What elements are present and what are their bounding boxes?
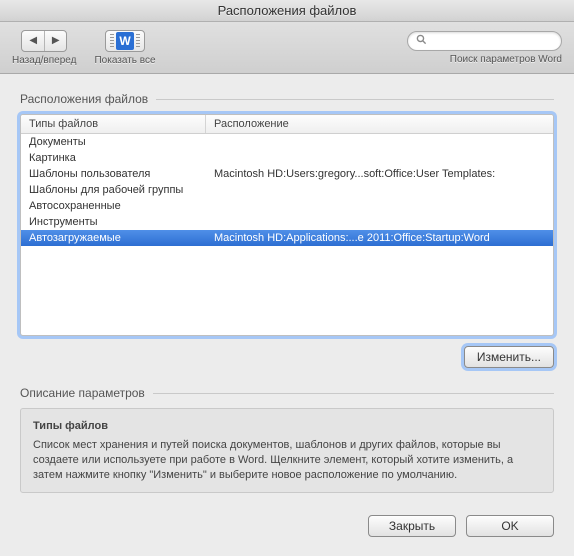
cell-type: Картинка [21, 150, 206, 166]
search-label: Поиск параметров Word [450, 54, 562, 65]
ok-button-label: OK [501, 519, 518, 533]
table-row[interactable]: Картинка [21, 150, 553, 166]
modify-button-row: Изменить... [20, 346, 554, 368]
close-button-label: Закрыть [389, 519, 435, 533]
column-header-type[interactable]: Типы файлов [21, 115, 206, 133]
triangle-right-icon: ▶ [52, 35, 60, 46]
file-locations-list[interactable]: Типы файлов Расположение ДокументыКартин… [20, 114, 554, 336]
nav-group: ◀ ▶ Назад/вперед [12, 30, 76, 66]
table-row[interactable]: Документы [21, 134, 553, 150]
triangle-left-icon: ◀ [29, 35, 37, 46]
divider [156, 99, 554, 100]
cell-type: Автозагружаемые [21, 230, 206, 246]
list-header: Типы файлов Расположение [21, 115, 553, 134]
cell-location: Macintosh HD:Users:gregory...soft:Office… [206, 166, 553, 182]
cell-location [206, 150, 553, 166]
description-group-label: Описание параметров [20, 386, 145, 400]
cell-type: Шаблоны для рабочей группы [21, 182, 206, 198]
description-title: Типы файлов [33, 419, 541, 434]
cell-location [206, 214, 553, 230]
forward-button[interactable]: ▶ [44, 31, 66, 51]
table-row[interactable]: Шаблоны для рабочей группы [21, 182, 553, 198]
modify-button-label: Изменить... [477, 350, 541, 364]
table-row[interactable]: АвтозагружаемыеMacintosh HD:Applications… [21, 230, 553, 246]
file-locations-group-label-row: Расположения файлов [20, 92, 554, 106]
column-header-location[interactable]: Расположение [206, 115, 553, 133]
list-rows: ДокументыКартинкаШаблоны пользователяMac… [21, 134, 553, 246]
content-area: Расположения файлов Типы файлов Располож… [0, 74, 574, 503]
search-input[interactable] [431, 35, 553, 47]
cell-location: Macintosh HD:Applications:...e 2011:Offi… [206, 230, 553, 246]
show-all-label: Показать все [94, 55, 155, 66]
table-row[interactable]: Автосохраненные [21, 198, 553, 214]
table-row[interactable]: Инструменты [21, 214, 553, 230]
window-titlebar: Расположения файлов [0, 0, 574, 22]
table-row[interactable]: Шаблоны пользователяMacintosh HD:Users:g… [21, 166, 553, 182]
window-title: Расположения файлов [218, 3, 357, 18]
file-locations-group-label: Расположения файлов [20, 92, 148, 106]
back-forward-label: Назад/вперед [12, 55, 76, 66]
toolbar: ◀ ▶ Назад/вперед W Показать все Поиск па… [0, 22, 574, 74]
cell-location [206, 198, 553, 214]
word-app-icon: W [116, 32, 134, 50]
cell-type: Инструменты [21, 214, 206, 230]
search-field[interactable] [407, 31, 562, 51]
ok-button[interactable]: OK [466, 515, 554, 537]
cell-type: Шаблоны пользователя [21, 166, 206, 182]
back-forward-segment: ◀ ▶ [21, 30, 67, 52]
close-button[interactable]: Закрыть [368, 515, 456, 537]
show-all-group: W Показать все [94, 30, 155, 66]
cell-type: Автосохраненные [21, 198, 206, 214]
modify-button[interactable]: Изменить... [464, 346, 554, 368]
cell-location [206, 134, 553, 150]
cell-type: Документы [21, 134, 206, 150]
back-button[interactable]: ◀ [22, 31, 44, 51]
description-body: Список мест хранения и путей поиска доку… [33, 439, 513, 481]
search-group: Поиск параметров Word [407, 31, 562, 65]
cell-location [206, 182, 553, 198]
show-all-button[interactable]: W [105, 30, 145, 52]
description-group-label-row: Описание параметров [20, 386, 554, 400]
search-icon [416, 34, 427, 48]
divider [153, 393, 554, 394]
description-box: Типы файлов Список мест хранения и путей… [20, 408, 554, 493]
footer-buttons: Закрыть OK [0, 503, 574, 537]
